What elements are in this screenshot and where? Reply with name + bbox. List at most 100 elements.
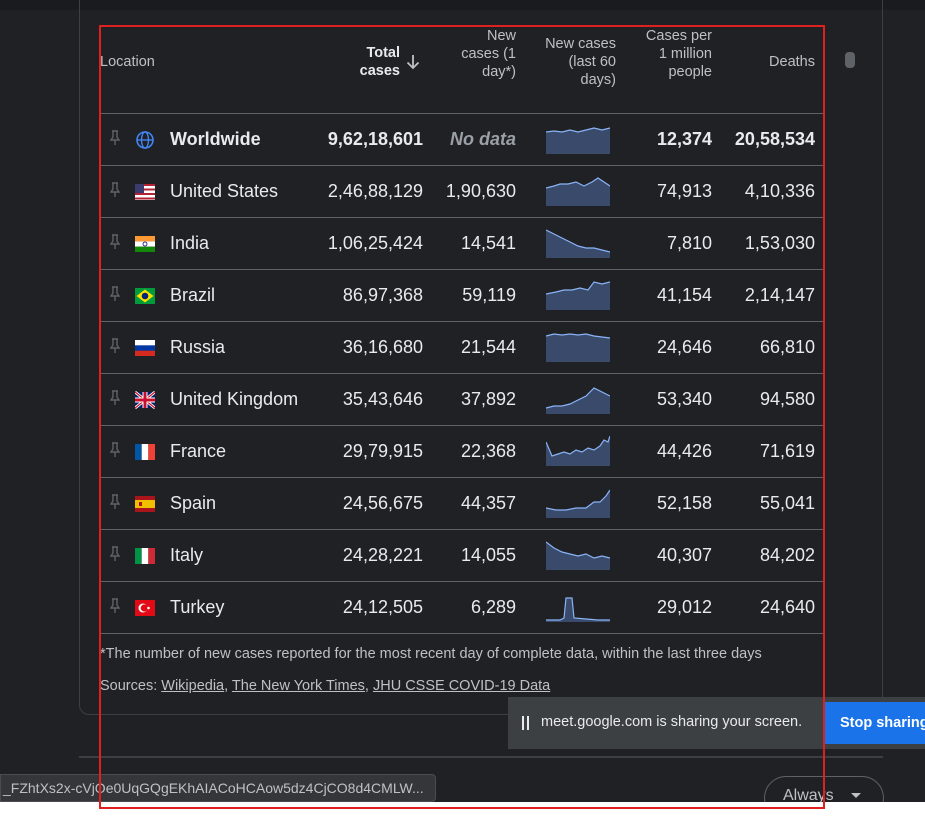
pin-icon[interactable] — [109, 233, 121, 251]
total-cases-cell: 24,28,221 — [342, 545, 423, 565]
header-new-cases-60-days[interactable]: New cases (last 60 days) — [530, 35, 616, 121]
country-name[interactable]: Italy — [170, 545, 203, 566]
pause-icon — [522, 716, 529, 730]
new-cases-cell: 14,055 — [460, 545, 516, 565]
country-name[interactable]: Spain — [170, 493, 216, 514]
table-row[interactable]: United States 2,46,88,129 1,90,630 74,913 4,… — [100, 166, 824, 218]
pin-icon[interactable] — [109, 285, 121, 303]
new-cases-cell: 1,90,630 — [445, 181, 516, 201]
cases-per-million-cell: 53,340 — [656, 389, 712, 409]
stop-sharing-button[interactable]: Stop sharing — [824, 702, 925, 744]
italy-flag-icon — [135, 548, 155, 564]
sparkline-chart — [546, 489, 610, 518]
sparkline-chart — [546, 436, 610, 466]
table-row[interactable]: Italy 24,28,221 14,055 40,307 84,202 — [100, 530, 824, 582]
source-link-wikipedia[interactable]: Wikipedia — [161, 678, 224, 694]
total-cases-cell: 2,46,88,129 — [327, 181, 423, 201]
cases-per-million-cell: 44,426 — [656, 441, 712, 461]
country-name[interactable]: United States — [170, 181, 278, 202]
pin-icon[interactable] — [109, 181, 121, 199]
country-name[interactable]: Turkey — [170, 597, 224, 618]
country-name[interactable]: Worldwide — [170, 129, 261, 150]
table-row[interactable]: Russia 36,16,680 21,544 24,646 66,810 — [100, 322, 824, 374]
source-link-nytimes[interactable]: The New York Times — [232, 678, 365, 694]
new-cases-cell: 22,368 — [460, 441, 516, 461]
sparkline-chart — [546, 333, 610, 362]
bottom-strip — [0, 802, 925, 834]
header-location[interactable]: Location — [100, 53, 155, 71]
deaths-cell: 24,640 — [759, 597, 815, 617]
deaths-cell: 94,580 — [759, 389, 815, 409]
country-name[interactable]: India — [170, 233, 209, 254]
deaths-cell: 1,53,030 — [744, 233, 815, 253]
total-cases-cell: 24,12,505 — [342, 597, 423, 617]
new-cases-cell: 21,544 — [460, 337, 516, 357]
deaths-cell: 71,619 — [759, 441, 815, 461]
total-cases-cell: 36,16,680 — [342, 337, 423, 357]
cases-per-million-cell: 7,810 — [666, 233, 712, 253]
cases-per-million-cell: 24,646 — [656, 337, 712, 357]
status-url: _FZhtXs2x-cVjOe0UqGQgEKhAIACoHCAow5dz4Cj… — [0, 774, 436, 802]
sparkline-chart — [546, 281, 610, 310]
sparkline-chart — [546, 597, 610, 622]
total-cases-cell: 35,43,646 — [342, 389, 423, 409]
country-name[interactable]: France — [170, 441, 226, 462]
sparkline-chart — [546, 229, 610, 258]
header-new-cases[interactable]: New cases (1 day*) — [450, 27, 516, 113]
country-name[interactable]: United Kingdom — [170, 389, 298, 410]
total-cases-cell: 1,06,25,424 — [327, 233, 423, 253]
table-scrollbar[interactable] — [845, 52, 855, 68]
cases-per-million-cell: 74,913 — [656, 181, 712, 201]
sparkline-chart — [546, 387, 610, 414]
cases-per-million-cell: 40,307 — [656, 545, 712, 565]
country-name[interactable]: Brazil — [170, 285, 215, 306]
pin-icon[interactable] — [109, 545, 121, 563]
deaths-cell: 55,041 — [759, 493, 815, 513]
source-link-jhu[interactable]: JHU CSSE COVID-19 Data — [373, 678, 550, 694]
sources-label: Sources: — [100, 678, 158, 694]
sparkline-chart — [546, 177, 610, 206]
deaths-cell: 66,810 — [759, 337, 815, 357]
total-cases-cell: 24,56,675 — [342, 493, 423, 513]
deaths-cell: 20,58,534 — [734, 129, 815, 149]
new-cases-cell: 6,289 — [470, 597, 516, 617]
pin-icon[interactable] — [109, 441, 121, 459]
chevron-down-icon — [851, 793, 861, 798]
section-divider — [79, 756, 883, 758]
new-cases-cell: 14,541 — [460, 233, 516, 253]
table-row[interactable]: Brazil 86,97,368 59,119 41,154 2,14,147 — [100, 270, 824, 322]
sparkline-chart — [546, 541, 610, 570]
new-cases-cell: No data — [449, 129, 516, 149]
table-row[interactable]: France 29,79,915 22,368 44,426 71,619 — [100, 426, 824, 478]
table-row[interactable]: Worldwide 9,62,18,601 No data 12,374 20,58,5… — [100, 114, 824, 166]
table-row[interactable]: Spain 24,56,675 44,357 52,158 55,041 — [100, 478, 824, 530]
header-cases-per-million[interactable]: Cases per 1 million people — [640, 27, 712, 113]
cases-per-million-cell: 52,158 — [656, 493, 712, 513]
pin-icon[interactable] — [109, 389, 121, 407]
india-flag-icon — [135, 236, 155, 252]
table-row[interactable]: United Kingdom 35,43,646 37,892 53,340 94,58… — [100, 374, 824, 426]
new-cases-cell: 59,119 — [462, 285, 516, 305]
arrow-down-icon[interactable] — [404, 53, 422, 71]
cases-per-million-cell: 29,012 — [656, 597, 712, 617]
deaths-cell: 2,14,147 — [744, 285, 815, 305]
pin-icon[interactable] — [109, 129, 121, 147]
sparkline-chart — [546, 127, 610, 154]
table-row[interactable]: India 1,06,25,424 14,541 7,810 1,53,030 — [100, 218, 824, 270]
spain-flag-icon — [135, 496, 155, 512]
deaths-cell: 4,10,336 — [744, 181, 815, 201]
turkey-flag-icon — [135, 600, 155, 616]
pin-icon[interactable] — [109, 493, 121, 511]
total-cases-cell: 29,79,915 — [342, 441, 423, 461]
france-flag-icon — [135, 444, 155, 460]
total-cases-cell: 9,62,18,601 — [327, 129, 423, 149]
header-deaths[interactable]: Deaths — [740, 53, 815, 71]
pin-icon[interactable] — [109, 597, 121, 615]
pin-icon[interactable] — [109, 337, 121, 355]
uk-flag-icon — [135, 390, 155, 410]
table-row[interactable]: Turkey 24,12,505 6,289 29,012 24,640 — [100, 582, 824, 634]
total-cases-cell: 86,97,368 — [342, 285, 423, 305]
deaths-cell: 84,202 — [759, 545, 815, 565]
share-message: meet.google.com is sharing your screen. — [541, 714, 803, 730]
country-name[interactable]: Russia — [170, 337, 225, 358]
